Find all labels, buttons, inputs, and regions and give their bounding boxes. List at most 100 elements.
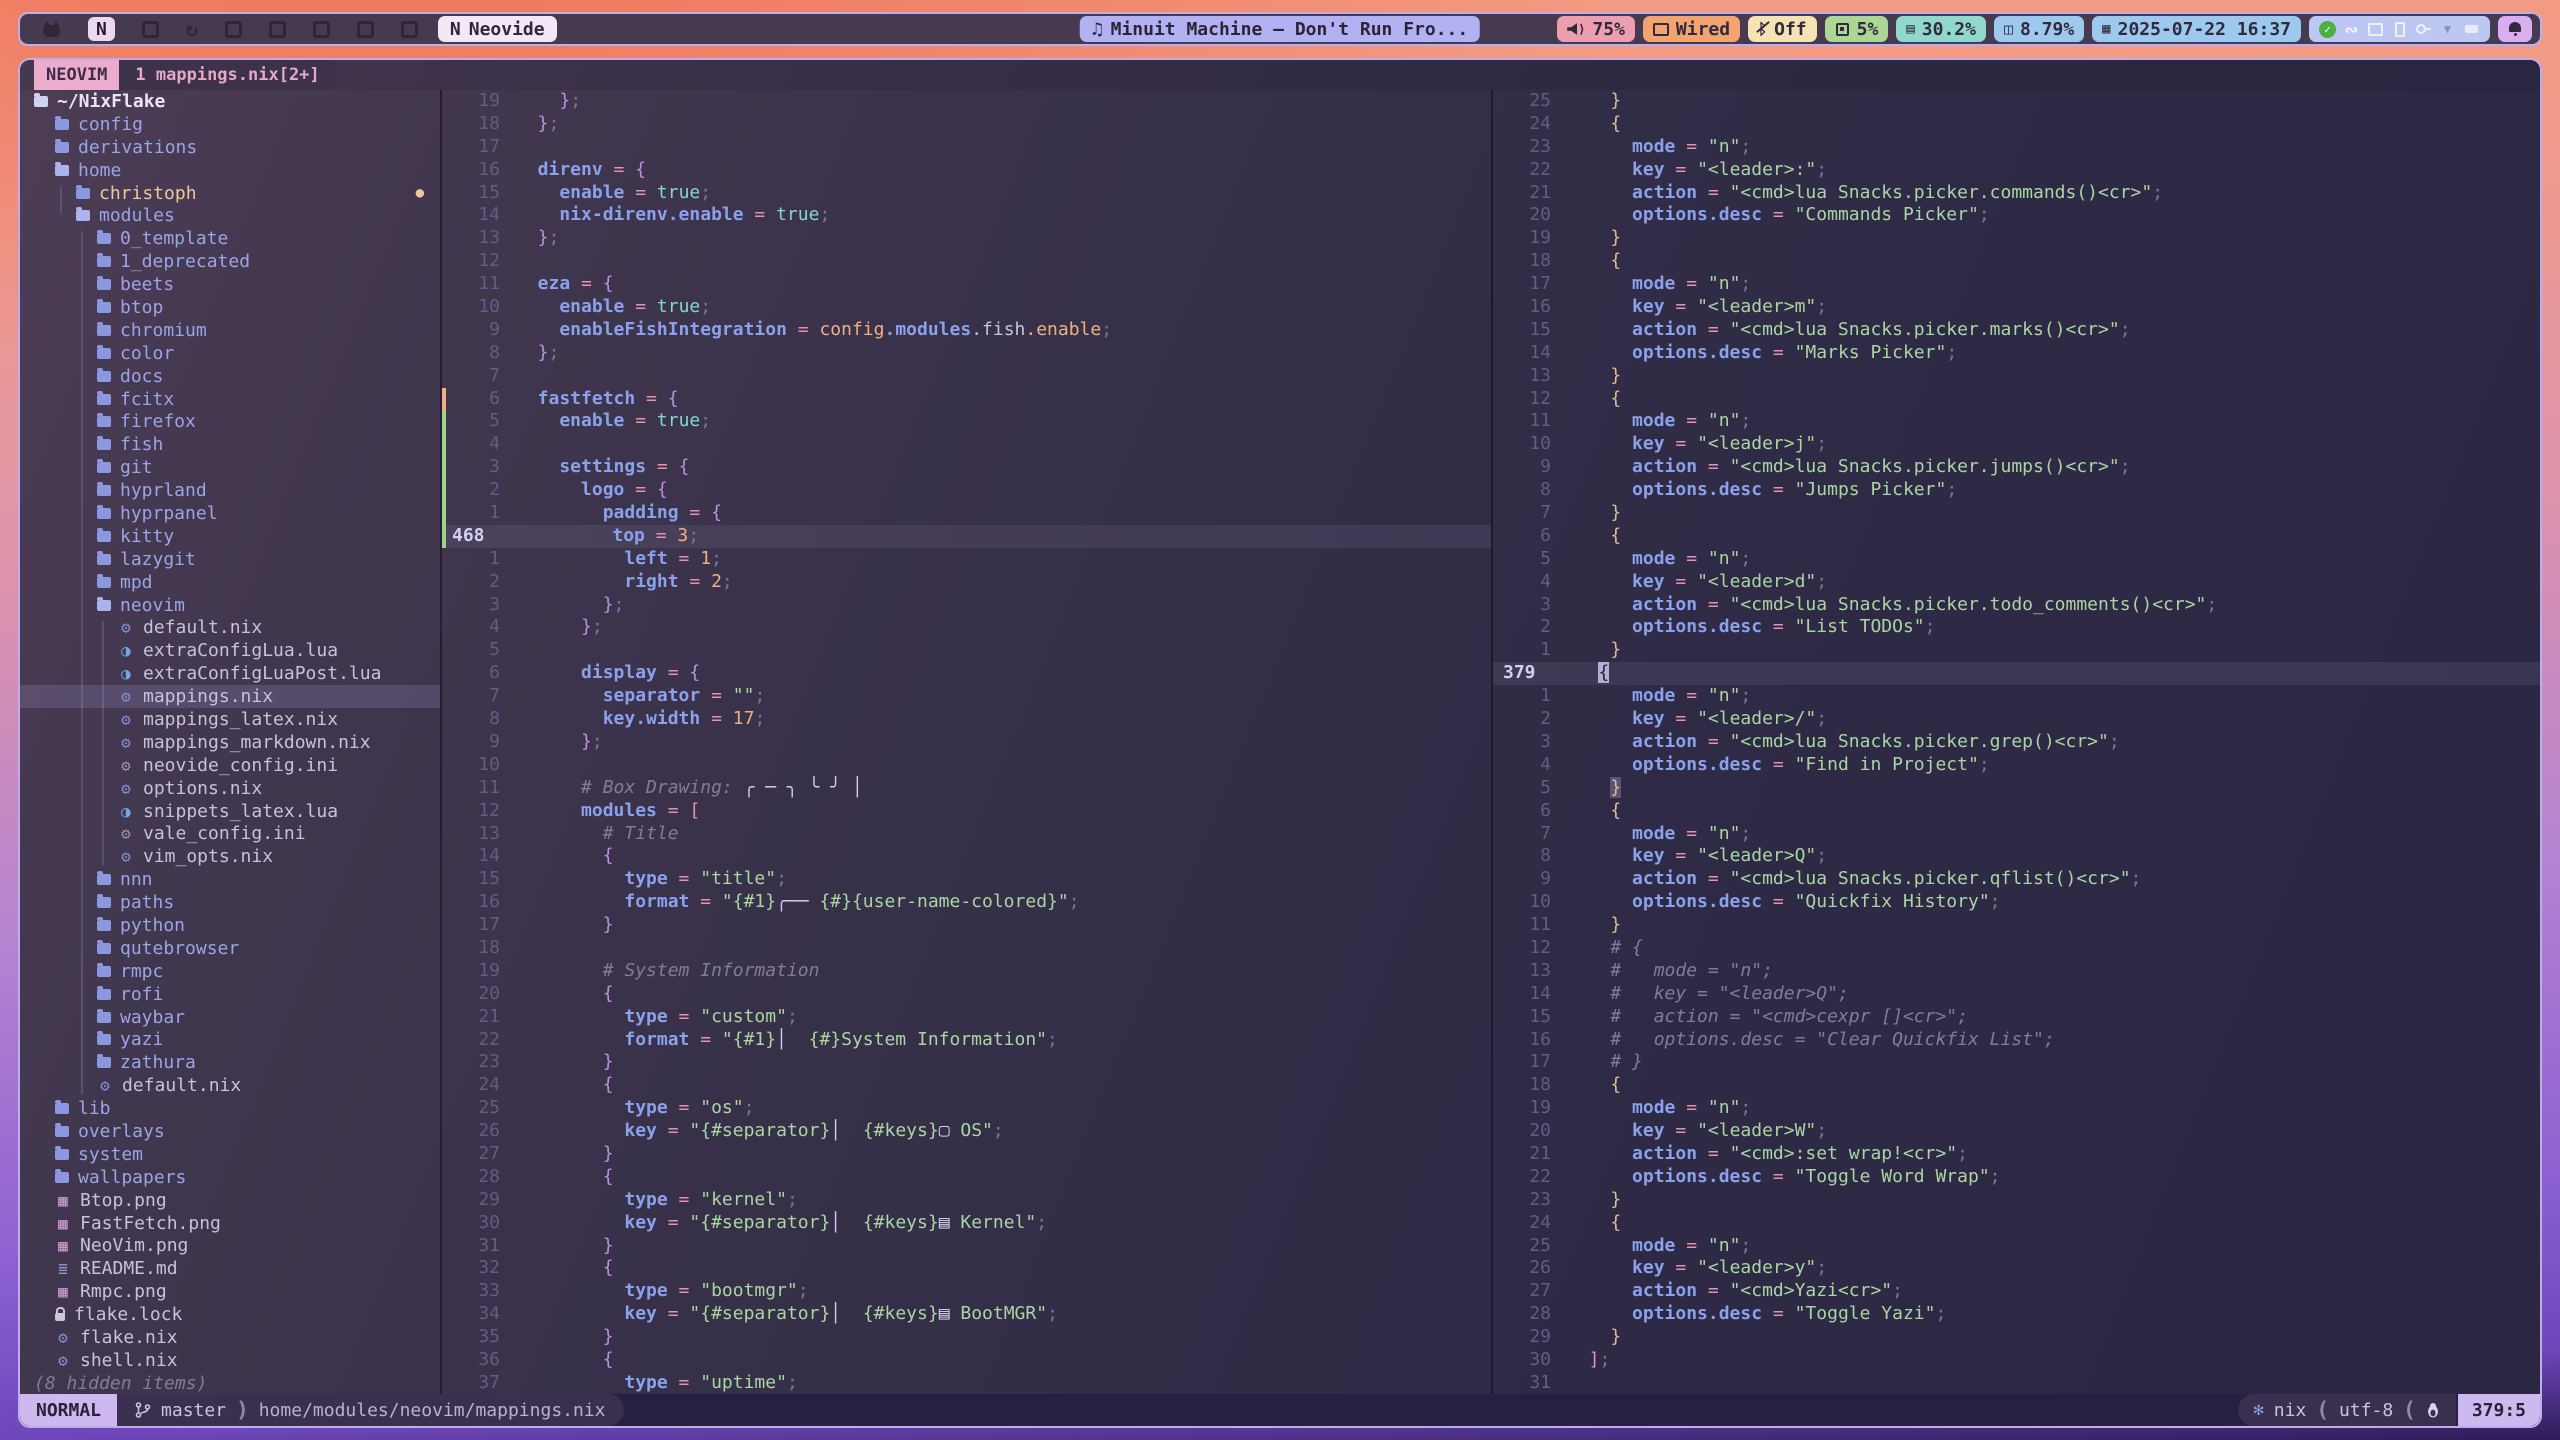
tree-item-firefox[interactable]: firefox xyxy=(20,410,440,433)
system-tray[interactable]: ✓∾▼ xyxy=(2309,16,2490,42)
code-line[interactable]: 4 xyxy=(442,433,1491,456)
tree-item-kitty[interactable]: kitty xyxy=(20,525,440,548)
code-line[interactable]: 6 fastfetch = { xyxy=(442,388,1491,411)
code-line[interactable]: 21 action = "<cmd>:set wrap!<cr>"; xyxy=(1493,1143,2540,1166)
tree-item-fish[interactable]: fish xyxy=(20,433,440,456)
code-line[interactable]: 27 } xyxy=(442,1143,1491,1166)
code-line[interactable]: 4 }; xyxy=(442,616,1491,639)
code-line[interactable]: 7 } xyxy=(1493,502,2540,525)
code-line[interactable]: 468 top = 3; xyxy=(442,525,1491,548)
widget-clock[interactable]: ▦2025-07-22 16:37 xyxy=(2092,16,2301,42)
code-line[interactable]: 37 type = "uptime"; xyxy=(442,1372,1491,1394)
code-line[interactable]: 12 # { xyxy=(1493,937,2540,960)
code-line[interactable]: 24 { xyxy=(442,1074,1491,1097)
code-line[interactable]: 3 action = "<cmd>lua Snacks.picker.grep(… xyxy=(1493,731,2540,754)
tray-mustache-icon[interactable]: ∾ xyxy=(2343,21,2360,38)
code-line[interactable]: 11 mode = "n"; xyxy=(1493,410,2540,433)
tree-item-modules[interactable]: modules xyxy=(20,204,440,227)
code-line[interactable]: 22 key = "<leader>:"; xyxy=(1493,159,2540,182)
tree-item-christoph[interactable]: christoph● xyxy=(20,182,440,205)
tree-item-NeoVim.png[interactable]: ▦NeoVim.png xyxy=(20,1235,440,1258)
code-line[interactable]: 13 # mode = "n"; xyxy=(1493,960,2540,983)
tree-item-mappings_markdown.nix[interactable]: ⚙mappings_markdown.nix xyxy=(20,731,440,754)
code-line[interactable]: 9 action = "<cmd>lua Snacks.picker.qflis… xyxy=(1493,868,2540,891)
code-line[interactable]: 9 action = "<cmd>lua Snacks.picker.jumps… xyxy=(1493,456,2540,479)
code-line[interactable]: 19 } xyxy=(1493,227,2540,250)
code-line[interactable]: 5 mode = "n"; xyxy=(1493,548,2540,571)
widget-volume[interactable]: 75% xyxy=(1557,16,1635,42)
code-line[interactable]: 14 nix-direnv.enable = true; xyxy=(442,204,1491,227)
code-line[interactable]: 33 type = "bootmgr"; xyxy=(442,1280,1491,1303)
code-line[interactable]: 7 separator = ""; xyxy=(442,685,1491,708)
code-line[interactable]: 17 # } xyxy=(1493,1051,2540,1074)
tree-item-neovide_config.ini[interactable]: ⚙neovide_config.ini xyxy=(20,754,440,777)
code-line[interactable]: 2 right = 2; xyxy=(442,571,1491,594)
code-line[interactable]: 30 ]; xyxy=(1493,1349,2540,1372)
tree-item-0_template[interactable]: 0_template xyxy=(20,227,440,250)
code-line[interactable]: 1 } xyxy=(1493,639,2540,662)
code-line[interactable]: 26 key = "<leader>y"; xyxy=(1493,1257,2540,1280)
notifications-widget[interactable] xyxy=(2498,16,2532,42)
code-line[interactable]: 11 eza = { xyxy=(442,273,1491,296)
workspace-cat-icon[interactable] xyxy=(42,22,61,37)
code-line[interactable]: 29 type = "kernel"; xyxy=(442,1189,1491,1212)
tree-item-yazi[interactable]: yazi xyxy=(20,1029,440,1052)
code-line[interactable]: 6 { xyxy=(1493,525,2540,548)
code-line[interactable]: 10 enable = true; xyxy=(442,296,1491,319)
code-line[interactable]: 20 { xyxy=(442,983,1491,1006)
code-line[interactable]: 25 } xyxy=(1493,90,2540,113)
code-line[interactable]: 6 display = { xyxy=(442,662,1491,685)
tree-item-docs[interactable]: docs xyxy=(20,365,440,388)
widget-network[interactable]: Wired xyxy=(1643,16,1740,42)
code-line[interactable]: 27 action = "<cmd>Yazi<cr>"; xyxy=(1493,1280,2540,1303)
code-line[interactable]: 4 options.desc = "Find in Project"; xyxy=(1493,754,2540,777)
tree-item-overlays[interactable]: overlays xyxy=(20,1120,440,1143)
workspace-active-neovim[interactable]: N xyxy=(88,17,115,41)
tray-check-icon[interactable]: ✓ xyxy=(2319,21,2336,38)
tree-item-hyprpanel[interactable]: hyprpanel xyxy=(20,502,440,525)
tree-item-Rmpc.png[interactable]: ▦Rmpc.png xyxy=(20,1280,440,1303)
code-line[interactable]: 13 }; xyxy=(442,227,1491,250)
code-line[interactable]: 1 left = 1; xyxy=(442,548,1491,571)
workspace-empty-icon[interactable] xyxy=(269,21,286,38)
code-line[interactable]: 14 # key = "<leader>Q"; xyxy=(1493,983,2540,1006)
tree-item-python[interactable]: python xyxy=(20,914,440,937)
media-player-widget[interactable]: ♫ Minuit Machine – Don't Run Fro... xyxy=(1080,16,1480,42)
code-line[interactable]: 17 } xyxy=(442,914,1491,937)
tree-item-default.nix[interactable]: ⚙default.nix xyxy=(20,1074,440,1097)
code-line[interactable]: 4 key = "<leader>d"; xyxy=(1493,571,2540,594)
workspace-empty-icon[interactable] xyxy=(313,21,330,38)
code-line[interactable]: 1 mode = "n"; xyxy=(1493,685,2540,708)
code-line[interactable]: 17 xyxy=(442,136,1491,159)
code-line[interactable]: 9 enableFishIntegration = config.modules… xyxy=(442,319,1491,342)
code-line[interactable]: 16 direnv = { xyxy=(442,159,1491,182)
tree-item-shell.nix[interactable]: ⚙shell.nix xyxy=(20,1349,440,1372)
code-line[interactable]: 25 type = "os"; xyxy=(442,1097,1491,1120)
widget-bluetooth[interactable]: ᛒOff xyxy=(1748,16,1817,42)
code-line[interactable]: 10 xyxy=(442,754,1491,777)
code-line[interactable]: 21 action = "<cmd>lua Snacks.picker.comm… xyxy=(1493,182,2540,205)
code-line[interactable]: 19 # System Information xyxy=(442,960,1491,983)
tree-item-system[interactable]: system xyxy=(20,1143,440,1166)
code-line[interactable]: 20 options.desc = "Commands Picker"; xyxy=(1493,204,2540,227)
tree-item-btop[interactable]: btop xyxy=(20,296,440,319)
code-line[interactable]: 2 key = "<leader>/"; xyxy=(1493,708,2540,731)
code-line[interactable]: 20 key = "<leader>W"; xyxy=(1493,1120,2540,1143)
tree-item-options.nix[interactable]: ⚙options.nix xyxy=(20,777,440,800)
code-line[interactable]: 14 { xyxy=(442,845,1491,868)
tree-item-default.nix[interactable]: ⚙default.nix xyxy=(20,616,440,639)
code-line[interactable]: 16 key = "<leader>m"; xyxy=(1493,296,2540,319)
code-line[interactable]: 15 action = "<cmd>lua Snacks.picker.mark… xyxy=(1493,319,2540,342)
tree-item-vim_opts.nix[interactable]: ⚙vim_opts.nix xyxy=(20,845,440,868)
tree-item-wallpapers[interactable]: wallpapers xyxy=(20,1166,440,1189)
code-line[interactable]: 2 options.desc = "List TODOs"; xyxy=(1493,616,2540,639)
tree-item-lib[interactable]: lib xyxy=(20,1097,440,1120)
tray-window-icon[interactable] xyxy=(2367,21,2384,38)
tree-item-qutebrowser[interactable]: qutebrowser xyxy=(20,937,440,960)
code-line[interactable]: 1 padding = { xyxy=(442,502,1491,525)
code-line[interactable]: 23 mode = "n"; xyxy=(1493,136,2540,159)
tree-item-zathura[interactable]: zathura xyxy=(20,1051,440,1074)
code-line[interactable]: 23 } xyxy=(1493,1189,2540,1212)
code-line[interactable]: 26 key = "{#separator}│ {#keys}▢ OS"; xyxy=(442,1120,1491,1143)
workspace-refresh-icon[interactable]: ↻ xyxy=(186,17,198,41)
